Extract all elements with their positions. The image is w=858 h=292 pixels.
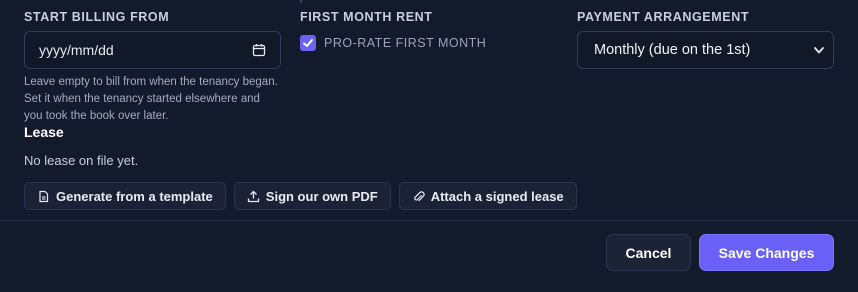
pro-rate-label[interactable]: PRO-RATE FIRST MONTH bbox=[324, 36, 486, 50]
cancel-button[interactable]: Cancel bbox=[606, 234, 691, 271]
pro-rate-checkbox[interactable] bbox=[300, 35, 316, 51]
payment-arrangement-section: PAYMENT ARRANGEMENT Monthly (due on the … bbox=[577, 9, 834, 69]
paperclip-icon bbox=[412, 190, 425, 203]
checkmark-icon bbox=[303, 39, 313, 47]
start-billing-date-input[interactable]: yyyy/mm/dd bbox=[24, 31, 281, 69]
start-billing-label: START BILLING FROM bbox=[24, 10, 170, 24]
upload-icon bbox=[247, 190, 260, 203]
pro-rate-checkbox-row[interactable]: PRO-RATE FIRST MONTH bbox=[300, 35, 560, 51]
sign-own-pdf-button[interactable]: Sign our own PDF bbox=[233, 182, 391, 210]
lease-heading: Lease bbox=[24, 124, 64, 140]
divider-tick bbox=[300, 0, 302, 3]
save-changes-button[interactable]: Save Changes bbox=[699, 234, 834, 271]
start-billing-section: START BILLING FROM yyyy/mm/dd Leave empt… bbox=[24, 9, 281, 125]
edit-tenancy-panel: START BILLING FROM yyyy/mm/dd Leave empt… bbox=[0, 0, 858, 292]
footer-divider bbox=[0, 220, 858, 221]
first-month-rent-section: FIRST MONTH RENT PRO-RATE FIRST MONTH bbox=[300, 9, 560, 51]
attach-signed-lease-button[interactable]: Attach a signed lease bbox=[398, 182, 577, 210]
generate-from-template-button[interactable]: Generate from a template bbox=[24, 182, 226, 210]
start-billing-help-text: Leave empty to bill from when the tenanc… bbox=[24, 76, 278, 122]
calendar-icon[interactable] bbox=[252, 43, 266, 57]
first-month-rent-label: FIRST MONTH RENT bbox=[300, 10, 433, 24]
payment-arrangement-label: PAYMENT ARRANGEMENT bbox=[577, 10, 750, 24]
payment-arrangement-select[interactable]: Monthly (due on the 1st) bbox=[577, 31, 834, 69]
date-placeholder: yyyy/mm/dd bbox=[39, 42, 114, 58]
generate-from-template-label: Generate from a template bbox=[56, 188, 213, 204]
document-icon bbox=[37, 190, 50, 203]
payment-arrangement-value: Monthly (due on the 1st) bbox=[594, 42, 751, 58]
lease-actions: Generate from a template Sign our own PD… bbox=[24, 182, 577, 210]
sign-own-pdf-label: Sign our own PDF bbox=[265, 188, 378, 204]
attach-signed-lease-label: Attach a signed lease bbox=[430, 188, 564, 204]
chevron-down-icon bbox=[813, 44, 825, 56]
lease-empty-text: No lease on file yet. bbox=[24, 153, 139, 168]
